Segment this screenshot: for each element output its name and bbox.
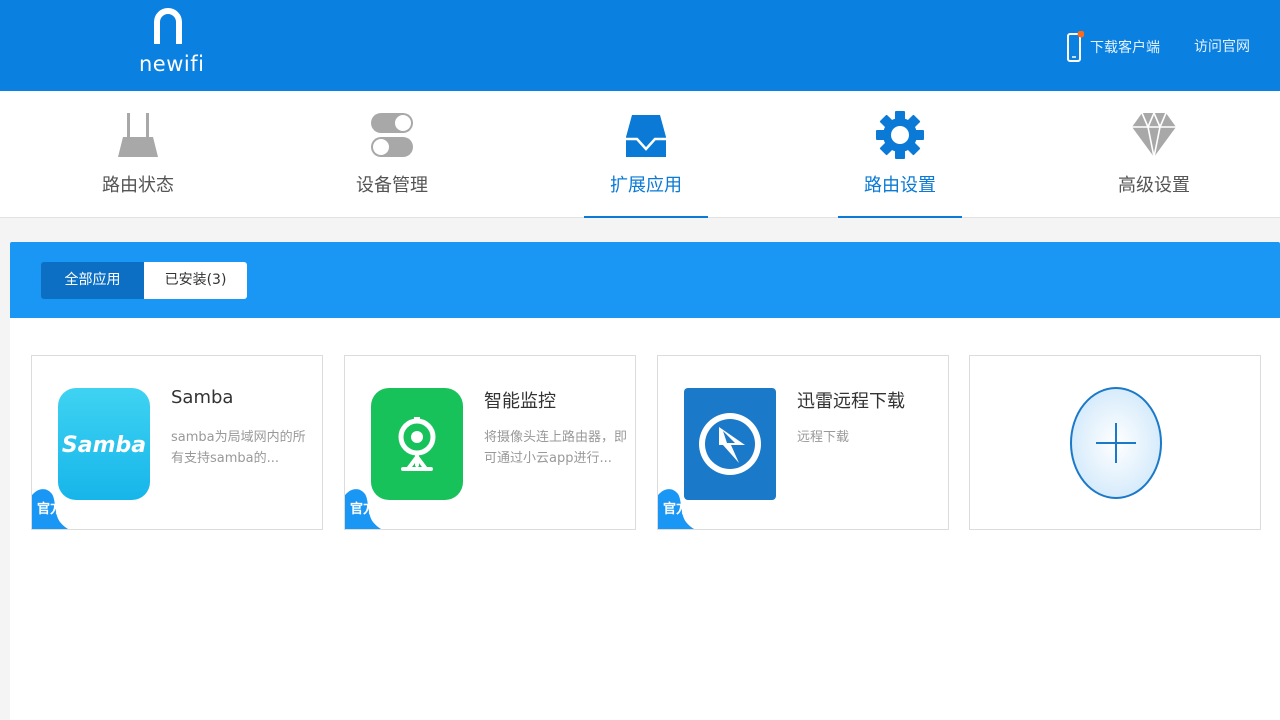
- gear-icon: [876, 111, 924, 159]
- nav-label-router-settings: 路由设置: [864, 175, 936, 196]
- app-card-xunlei-remote[interactable]: 官方 迅雷远程下载 远程下载: [657, 355, 949, 530]
- app-list-area: Samba 官方 Samba samba为局域网内的所有支持samba的... …: [10, 318, 1280, 720]
- plus-icon[interactable]: [1069, 386, 1163, 500]
- app-filter-tabs: 全部应用 已安装(3): [41, 262, 247, 299]
- nav-item-device-management[interactable]: 设备管理: [330, 91, 454, 217]
- main-nav: 路由状态 设备管理 扩展应用 路由设置 高级设置: [0, 91, 1280, 218]
- app-card-samba[interactable]: Samba 官方 Samba samba为局域网内的所有支持samba的...: [31, 355, 323, 530]
- newifi-logo-mark: [154, 8, 182, 44]
- phone-icon: [1067, 31, 1084, 62]
- tab-all-apps[interactable]: 全部应用: [41, 262, 144, 299]
- nav-item-router-settings[interactable]: 路由设置: [838, 91, 962, 218]
- app-title: 迅雷远程下载: [797, 391, 905, 412]
- nav-active-underline: [838, 216, 962, 218]
- xunlei-icon: [684, 388, 776, 500]
- top-header: newifi 下载客户端 访问官网: [0, 0, 1280, 91]
- logo-text: newifi: [139, 52, 205, 76]
- add-app-card[interactable]: [969, 355, 1261, 530]
- diamond-icon: [1132, 110, 1176, 158]
- nav-label-device-management: 设备管理: [356, 175, 428, 196]
- nav-item-advanced-settings[interactable]: 高级设置: [1092, 91, 1216, 217]
- app-title: 智能监控: [484, 391, 556, 412]
- samba-icon-text: Samba: [62, 433, 146, 458]
- nav-label-extensions: 扩展应用: [610, 175, 682, 196]
- official-badge: 官方: [663, 502, 690, 517]
- nav-active-underline: [584, 216, 708, 218]
- nav-item-extensions[interactable]: 扩展应用: [584, 91, 708, 218]
- app-description: 远程下载: [797, 430, 850, 445]
- nav-item-router-status[interactable]: 路由状态: [76, 91, 200, 217]
- official-badge: 官方: [350, 502, 377, 517]
- tab-installed-apps[interactable]: 已安装(3): [144, 262, 247, 299]
- official-badge: 官方: [37, 502, 64, 517]
- webcam-icon: [371, 388, 463, 500]
- app-card-smart-monitor[interactable]: 官方 智能监控 将摄像头连上路由器，即可通过小云app进行...: [344, 355, 636, 530]
- router-icon: [118, 113, 158, 157]
- samba-icon: Samba: [58, 388, 150, 500]
- toggle-switches-icon: [371, 113, 413, 157]
- app-title: Samba: [171, 387, 234, 408]
- download-client-label: 下载客户端: [1090, 40, 1160, 56]
- official-site-link[interactable]: 访问官网: [1194, 36, 1250, 56]
- newifi-logo[interactable]: newifi: [135, 6, 205, 76]
- inbox-tray-icon: [626, 115, 666, 157]
- app-tabs-band: 全部应用 已安装(3): [10, 242, 1280, 318]
- nav-label-advanced-settings: 高级设置: [1118, 175, 1190, 196]
- nav-label-router-status: 路由状态: [102, 175, 174, 196]
- app-description: samba为局域网内的所有支持samba的...: [171, 430, 306, 466]
- download-client-link[interactable]: 下载客户端: [1066, 31, 1160, 63]
- app-description: 将摄像头连上路由器，即可通过小云app进行...: [484, 430, 628, 466]
